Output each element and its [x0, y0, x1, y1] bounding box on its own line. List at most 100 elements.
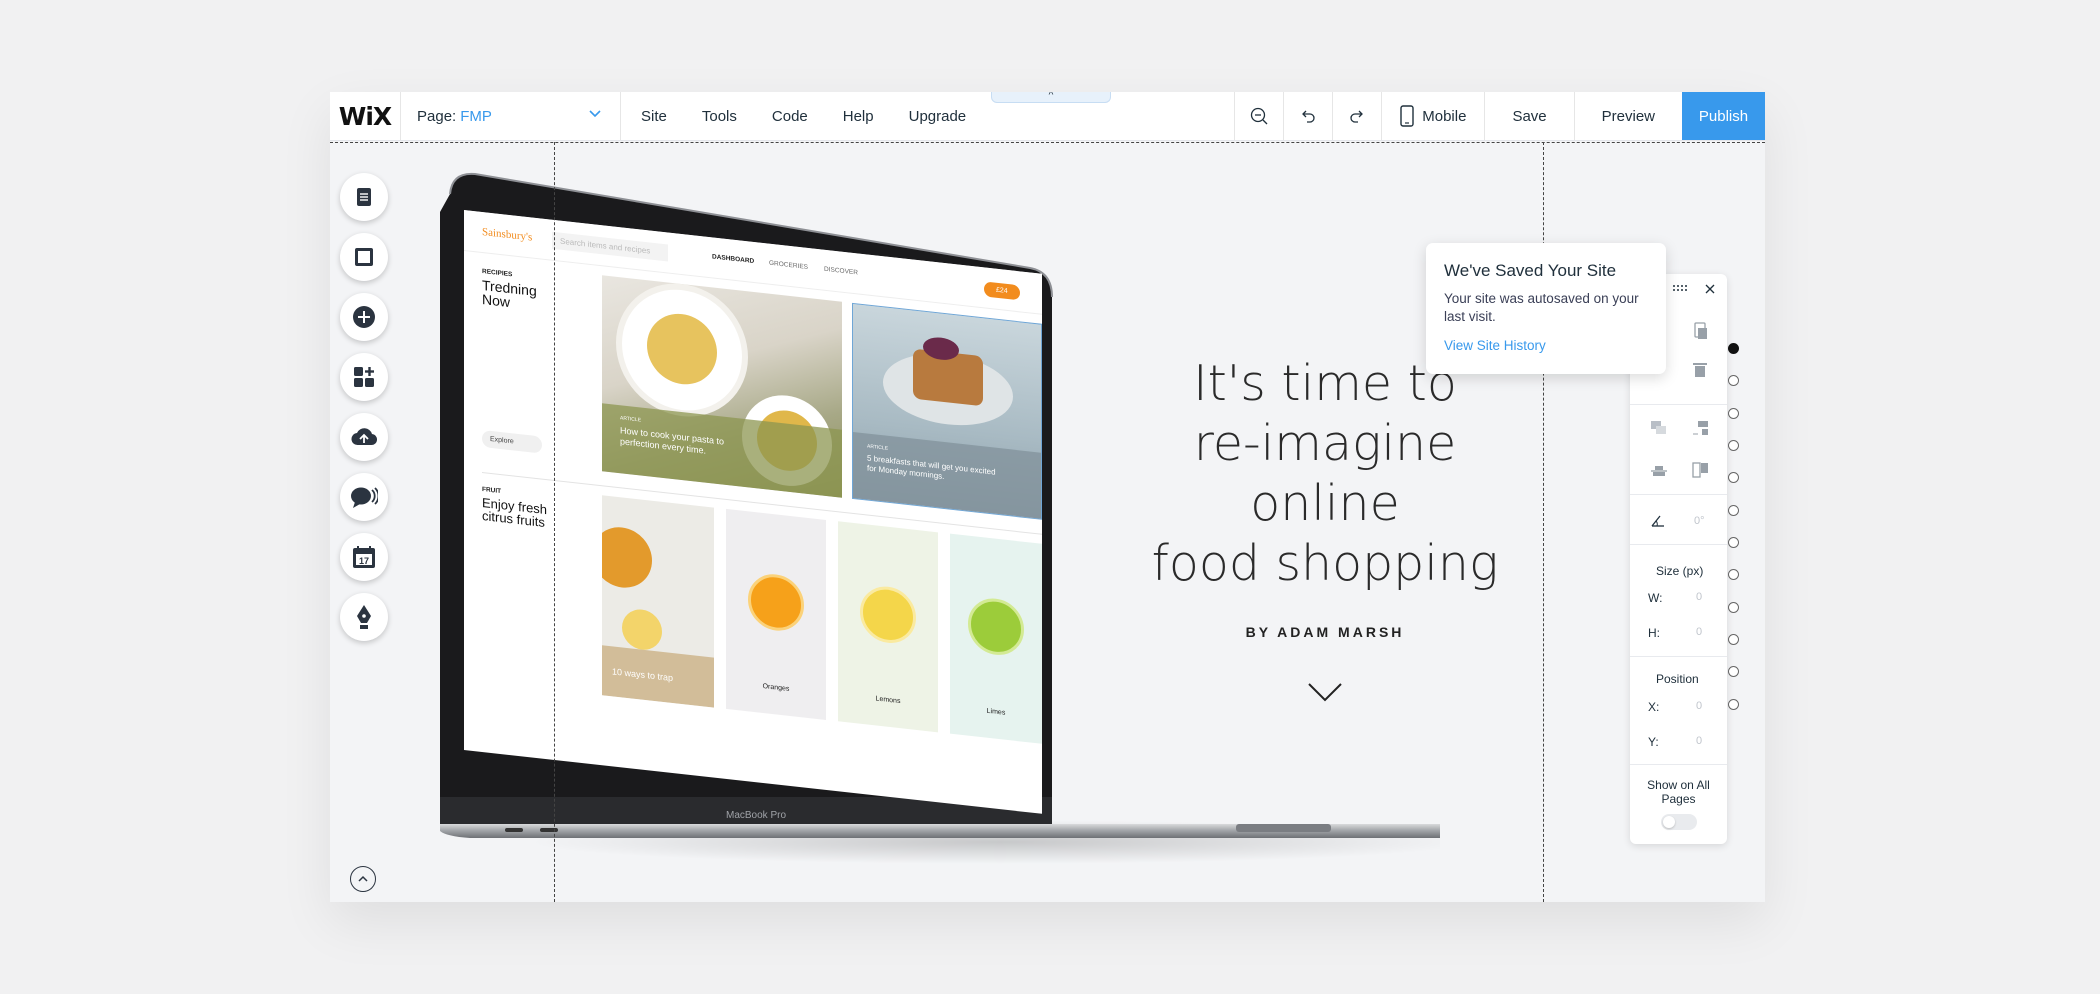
anchor-dot[interactable] [1728, 472, 1739, 483]
arrange-icon[interactable] [1650, 420, 1668, 436]
upload-icon [351, 428, 377, 446]
anchor-dot[interactable] [1728, 569, 1739, 580]
wix-logo[interactable]: WiX [330, 92, 401, 140]
height-field[interactable]: 0 [1696, 626, 1702, 638]
distribute-icon[interactable] [1650, 464, 1668, 478]
redo-button[interactable] [1332, 92, 1381, 140]
match-size-icon[interactable] [1692, 462, 1710, 478]
x-label: X: [1648, 700, 1660, 714]
y-field[interactable]: 0 [1696, 735, 1702, 747]
add-icon [353, 306, 375, 328]
site-nav-groceries[interactable]: GROCERIES [769, 260, 808, 271]
fruit-name-lemons: Lemons [875, 695, 901, 706]
background-icon [355, 248, 373, 266]
laptop-model-label: MacBook Pro [726, 810, 786, 821]
zoom-out-button[interactable] [1234, 92, 1283, 140]
x-field[interactable]: 0 [1696, 700, 1702, 712]
hero-byline: BY ADAM MARSH [1245, 624, 1405, 640]
anchor-dot[interactable] [1728, 537, 1739, 548]
saved-description: Your site was autosaved on your last vis… [1444, 291, 1639, 324]
width-label: W: [1648, 591, 1663, 605]
anchor-dot[interactable] [1728, 505, 1739, 516]
save-button[interactable]: Save [1484, 92, 1573, 140]
add-button[interactable] [340, 293, 388, 341]
undo-button[interactable] [1283, 92, 1332, 140]
page-name: FMP [460, 107, 492, 125]
drag-handle-icon[interactable] [1672, 284, 1688, 292]
pages-button[interactable] [340, 173, 388, 221]
menu-site[interactable]: Site [641, 108, 667, 125]
delete-icon[interactable] [1693, 362, 1707, 378]
left-guide-line [554, 142, 555, 902]
menu-code[interactable]: Code [772, 108, 808, 125]
pages-icon [357, 188, 371, 206]
position-heading: Position [1656, 672, 1699, 686]
fruit-name-limes: Limes [986, 707, 1006, 717]
page-selector[interactable]: Page: FMP [401, 92, 621, 140]
show-on-all-pages-toggle[interactable] [1661, 814, 1697, 830]
apps-icon [354, 367, 374, 387]
explore-button[interactable]: Explore [482, 429, 542, 454]
site-cart-badge[interactable]: £24 [984, 281, 1020, 301]
menu-help[interactable]: Help [843, 108, 874, 125]
anchor-dot[interactable] [1728, 440, 1739, 451]
rotation-value[interactable]: 0° [1694, 515, 1705, 527]
menu-upgrade[interactable]: Upgrade [909, 108, 967, 125]
fruit-label: FRUIT [482, 485, 502, 496]
laptop-screen: Sainsbury's Search items and recipes DAS… [464, 210, 1042, 814]
anchor-dot[interactable] [1728, 375, 1739, 386]
hero-title: It's time to re-imagine online food shop… [1151, 355, 1499, 592]
menu-tools[interactable]: Tools [702, 108, 737, 125]
fruit-card-lemons[interactable]: Lemons [838, 521, 938, 733]
size-heading: Size (px) [1656, 564, 1704, 578]
anchor-dot[interactable] [1728, 408, 1739, 419]
site-brand: Sainsbury's [482, 225, 533, 244]
site-nav-dashboard[interactable]: DASHBOARD [712, 253, 754, 265]
chevron-down-icon [589, 110, 601, 118]
collapse-button[interactable] [350, 866, 376, 892]
mobile-phone-icon [1400, 105, 1414, 127]
hero-text[interactable]: It's time to re-imagine online food shop… [1130, 354, 1520, 711]
width-field[interactable]: 0 [1696, 591, 1702, 603]
pen-icon [357, 605, 371, 629]
preview-button[interactable]: Preview [1573, 92, 1682, 140]
main-menu: Site Tools Code Help Upgrade [621, 92, 1234, 140]
anchor-dot[interactable] [1728, 343, 1739, 354]
fruit-card-limes[interactable]: Limes [950, 533, 1042, 744]
site-search[interactable]: Search items and recipes [552, 231, 668, 262]
background-button[interactable] [340, 233, 388, 281]
calendar-button[interactable]: 17 [340, 533, 388, 581]
chevron-up-icon [358, 875, 368, 882]
anchor-dot[interactable] [1728, 634, 1739, 645]
apps-button[interactable] [340, 353, 388, 401]
chevron-down-icon[interactable] [1305, 680, 1345, 706]
paste-icon[interactable] [1692, 322, 1708, 340]
page-label: Page: [417, 107, 457, 125]
view-site-history-link[interactable]: View Site History [1444, 338, 1648, 353]
anchor-dot[interactable] [1728, 602, 1739, 613]
anchor-dot[interactable] [1728, 699, 1739, 710]
chat-button[interactable] [340, 473, 388, 521]
article-card-breakfast[interactable]: ARTICLE 5 breakfasts that will get you e… [852, 302, 1042, 520]
article-card-tea[interactable]: 10 ways to trap [602, 495, 714, 708]
mobile-view-button[interactable]: Mobile [1381, 92, 1484, 140]
rotate-icon[interactable] [1650, 514, 1666, 528]
blog-button[interactable] [340, 593, 388, 641]
mobile-label: Mobile [1422, 107, 1467, 125]
wix-editor: WiX Page: FMP Site Tools Code Help Upgra… [330, 92, 1765, 902]
zoom-out-icon [1251, 107, 1268, 125]
article-card-pasta[interactable]: ARTICLE How to cook your pasta to perfec… [602, 275, 842, 498]
anchor-dot[interactable] [1728, 666, 1739, 677]
collapse-topbar-tab[interactable]: ^ [991, 92, 1111, 103]
show-on-all-pages-label: Show on All Pages [1647, 778, 1710, 806]
upload-button[interactable] [340, 413, 388, 461]
publish-button[interactable]: Publish [1682, 92, 1765, 140]
fruit-heading: Enjoy fresh citrus fruits [482, 494, 548, 530]
undo-icon [1302, 110, 1315, 123]
fruit-card-oranges[interactable]: Oranges [726, 508, 826, 720]
align-icon[interactable] [1692, 420, 1710, 436]
site-nav-discover[interactable]: DISCOVER [824, 266, 858, 277]
close-icon[interactable] [1705, 284, 1715, 294]
site-saved-tooltip: We've Saved Your Site Your site was auto… [1426, 243, 1666, 374]
recipes-heading: Tredning Now [482, 276, 537, 311]
